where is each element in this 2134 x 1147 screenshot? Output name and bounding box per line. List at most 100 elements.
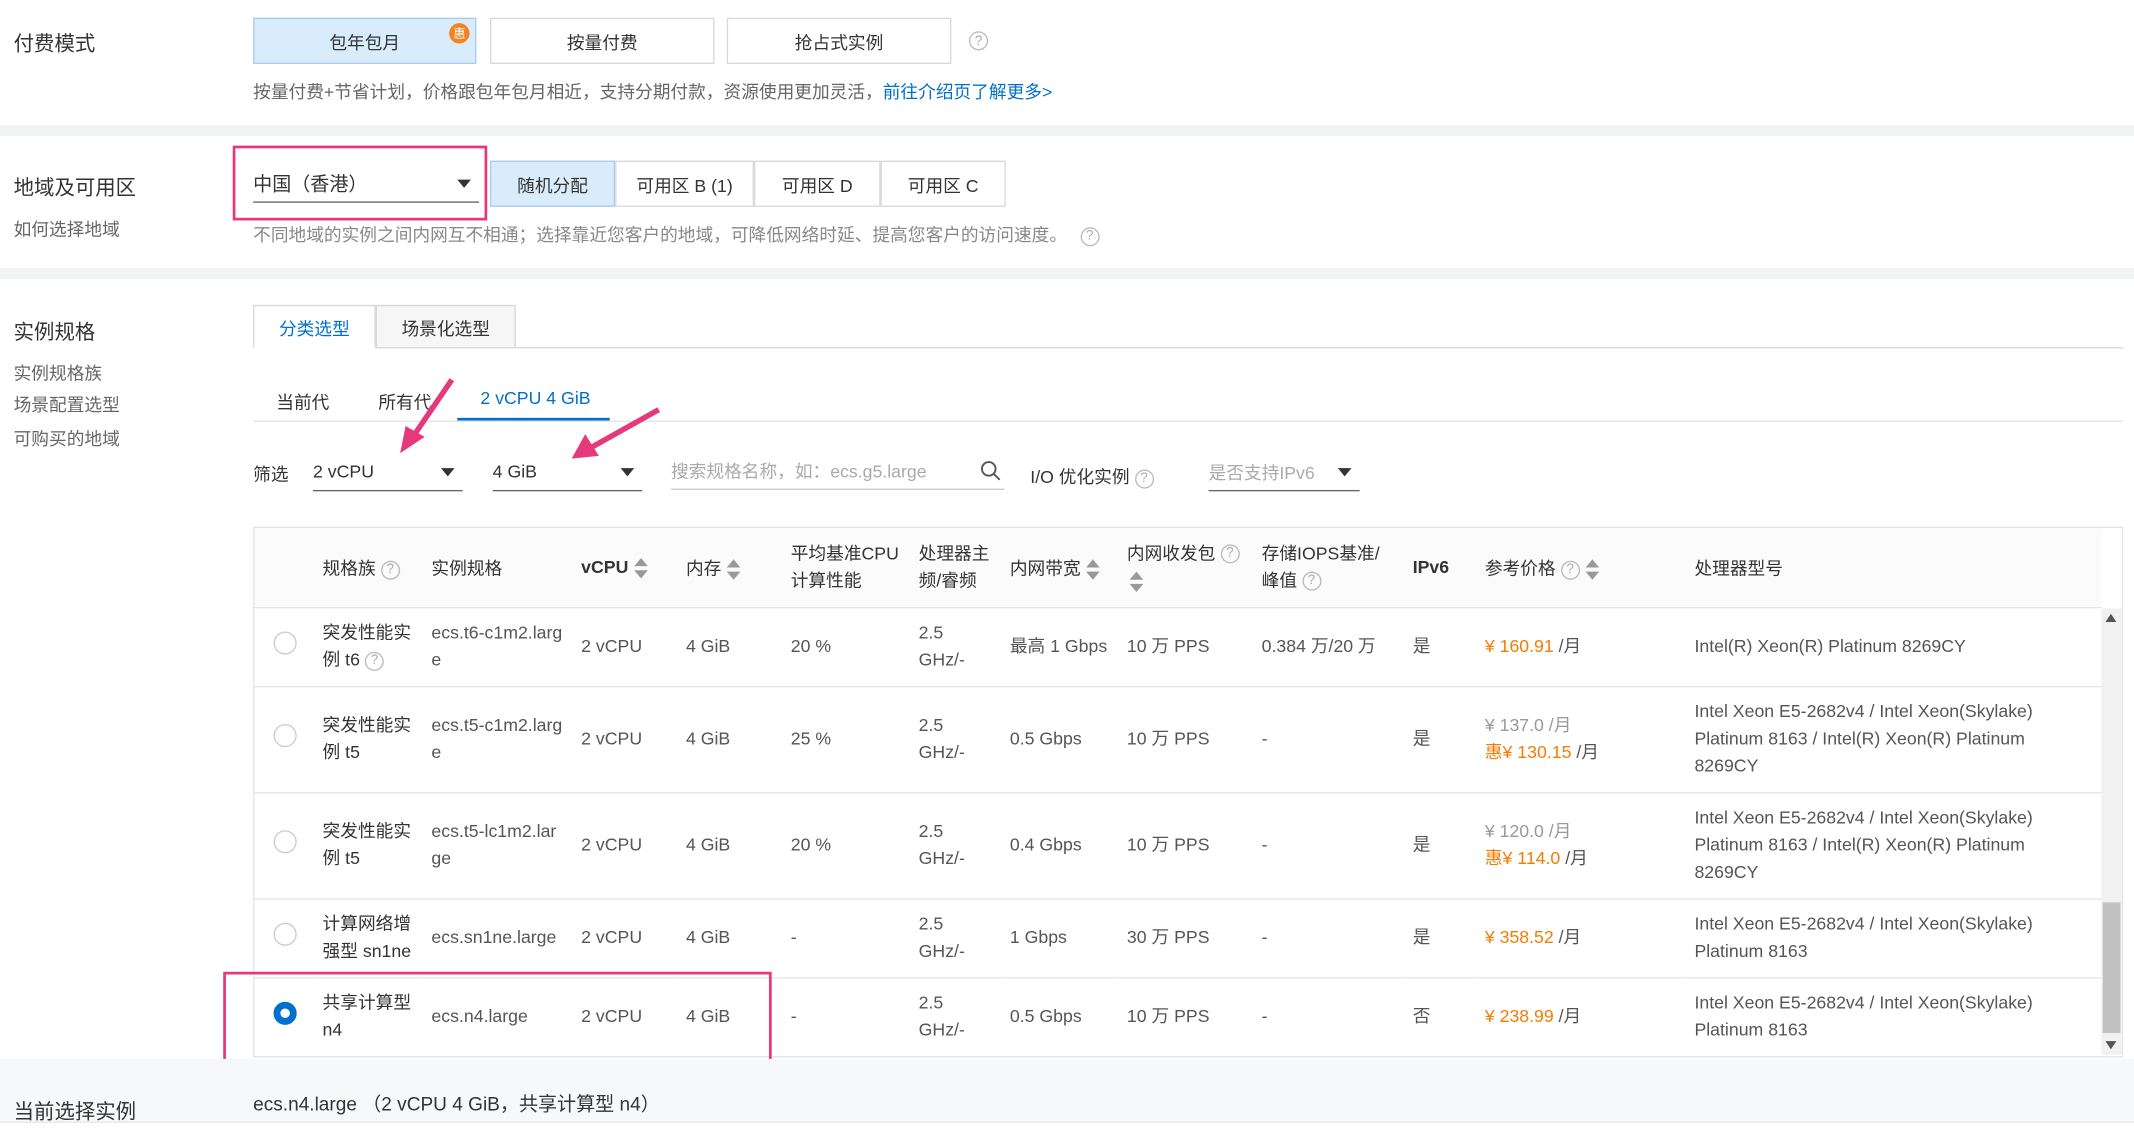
radio-button[interactable] [272, 723, 297, 747]
radio-button[interactable] [272, 829, 297, 853]
billing-hint: 按量付费+节省计划，价格跟包年包月相近，支持分期付款，资源使用更加灵活，前往介绍… [253, 78, 1052, 104]
spec-label: 实例规格 [13, 321, 96, 345]
table-scrollbar[interactable] [2101, 608, 2122, 1055]
billing-hint-text: 按量付费+节省计划，价格跟包年包月相近，支持分期付款，资源使用更加灵活， [253, 81, 883, 103]
annotation-arrow-icon [571, 407, 661, 459]
price-cell: ¥ 137.0 /月 惠¥ 130.15 /月 [1476, 685, 1687, 793]
zone-b[interactable]: 可用区 B (1) [615, 160, 754, 207]
ipv6-filter-select[interactable]: 是否支持IPv6 [1208, 453, 1360, 492]
cpu-model-cell: Intel Xeon E5-2682v4 / Intel Xeon(Skylak… [1686, 792, 2102, 899]
sort-icon[interactable] [1086, 559, 1100, 581]
help-icon[interactable]: ? [1560, 560, 1580, 580]
io-optimized-text: I/O 优化实例 [1030, 466, 1130, 488]
spec-region-link[interactable]: 可购买的地域 [14, 425, 120, 451]
cpu-model-cell: Intel Xeon E5-2682v4 / Intel Xeon(Skylak… [1686, 685, 2102, 793]
vcpu-cell: 2 vCPU [572, 898, 678, 978]
header-pps[interactable]: 内网收发包 ? [1118, 528, 1254, 608]
pps-cell: 10 万 PPS [1118, 792, 1254, 899]
family-cell: 计算网络增强型 sn1ne [314, 898, 424, 978]
table-row[interactable]: 突发性能实例 t5 ecs.t5-c1m2.large 2 vCPU 4 GiB 25 … [254, 685, 2102, 793]
radio-cell[interactable] [254, 685, 315, 793]
help-icon[interactable]: ? [969, 31, 989, 51]
vcpu-cell: 2 vCPU [572, 792, 678, 899]
family-cell: 突发性能实例 t5 [314, 792, 424, 899]
header-price[interactable]: 参考价格 ? [1476, 528, 1687, 608]
help-icon[interactable]: ? [380, 560, 400, 580]
spec-scenario-link[interactable]: 场景配置选型 [14, 391, 120, 417]
help-icon[interactable]: ? [1134, 468, 1154, 489]
header-bandwidth[interactable]: 内网带宽 [1001, 528, 1119, 608]
chevron-down-icon [620, 468, 635, 477]
help-icon[interactable]: ? [364, 651, 384, 671]
search-icon[interactable] [980, 460, 1002, 482]
frequency-cell: 2.5 GHz/- [910, 977, 1002, 1057]
io-optimized-label: I/O 优化实例 ? [1030, 463, 1154, 489]
sort-icon[interactable] [1585, 559, 1599, 581]
frequency-cell: 2.5 GHz/- [910, 792, 1002, 899]
header-label: 内网带宽 [1009, 558, 1081, 579]
original-price: ¥ 137.0 /月 [1484, 714, 1572, 735]
section-divider [0, 268, 2134, 280]
spec-search-input[interactable]: 搜索规格名称，如：ecs.g5.large [670, 452, 1005, 490]
region-hint-text: 不同地域的实例之间内网互不相通；选择靠近您客户的地域，可降低网络时延、提高您客户… [253, 224, 1068, 245]
memory-filter-value: 4 GiB [492, 461, 537, 482]
spec-cell: ecs.t5-lc1m2.large [423, 792, 573, 899]
billing-option-label: 按量付费 [566, 31, 638, 53]
header-label: 规格族 [322, 558, 376, 579]
header-radio [254, 528, 315, 608]
table-header-row: 规格族 ? 实例规格 vCPU 内存 平均基准CPU计算性能 处理器主频/睿频 … [254, 528, 2102, 608]
bandwidth-cell: 0.5 Gbps [1001, 685, 1119, 793]
subtab-current-gen[interactable]: 当前代 [276, 388, 329, 414]
selected-row-highlight-box [223, 971, 772, 1068]
radio-cell[interactable] [254, 792, 315, 899]
cpu-model-cell: Intel(R) Xeon(R) Platinum 8269CY [1686, 607, 2102, 687]
pps-cell: 30 万 PPS [1118, 898, 1254, 978]
tab-category-select[interactable]: 分类选型 [253, 304, 376, 349]
vcpu-filter-select[interactable]: 2 vCPU [313, 453, 463, 492]
family-cell: 突发性能实例 t5 [314, 685, 424, 793]
help-icon[interactable]: ? [1080, 226, 1100, 246]
tab-scenario-select[interactable]: 场景化选型 [375, 304, 516, 349]
zone-label: 可用区 D [781, 174, 853, 196]
sort-icon[interactable] [726, 559, 741, 581]
scrollbar-thumb[interactable] [2102, 902, 2121, 1033]
family-value: 计算网络增强型 sn1ne [322, 913, 412, 961]
radio-button[interactable] [272, 630, 297, 654]
spec-family-link[interactable]: 实例规格族 [14, 359, 102, 385]
zone-label: 可用区 B (1) [636, 174, 733, 196]
table-row[interactable]: 突发性能实例 t6 ? ecs.t6-c1m2.large 2 vCPU 4 GiB 2… [254, 607, 2102, 687]
scroll-down-arrow[interactable] [2105, 1041, 2117, 1050]
cpu-baseline-cell: 20 % [782, 607, 911, 687]
header-label: 内存 [685, 558, 722, 579]
price-unit: /月 [1560, 847, 1588, 869]
radio-cell[interactable] [254, 898, 315, 978]
billing-option-pay-as-you-go[interactable]: 按量付费 [489, 17, 715, 64]
ipv6-cell: 是 [1404, 792, 1477, 899]
scroll-up-arrow[interactable] [2105, 613, 2117, 622]
header-family: 规格族 ? [314, 528, 424, 608]
radio-button[interactable] [272, 922, 297, 946]
vcpu-filter-value: 2 vCPU [313, 461, 374, 482]
sort-icon[interactable] [1129, 571, 1144, 592]
table-row[interactable]: 计算网络增强型 sn1ne ecs.sn1ne.large 2 vCPU 4 GiB -… [254, 898, 2102, 978]
sort-icon[interactable] [633, 557, 648, 579]
discount-badge: 惠 [449, 23, 470, 44]
header-vcpu[interactable]: vCPU [572, 528, 678, 608]
table-row[interactable]: 突发性能实例 t5 ecs.t5-lc1m2.large 2 vCPU 4 GiB 20… [254, 792, 2102, 899]
price-value: ¥ 238.99 [1484, 1005, 1554, 1027]
iops-cell: - [1253, 685, 1405, 793]
zone-random[interactable]: 随机分配 [489, 160, 616, 207]
radio-cell[interactable] [254, 607, 315, 687]
zone-d[interactable]: 可用区 D [753, 160, 881, 207]
help-icon[interactable]: ? [1301, 572, 1322, 592]
billing-learn-more-link[interactable]: 前往介绍页了解更多> [883, 82, 1053, 102]
bandwidth-cell: 0.5 Gbps [1001, 977, 1119, 1057]
help-icon[interactable]: ? [1220, 544, 1240, 564]
cpu-baseline-cell: 20 % [782, 792, 911, 899]
header-memory[interactable]: 内存 [677, 528, 783, 608]
region-help-link[interactable]: 如何选择地域 [14, 215, 120, 241]
billing-option-subscription[interactable]: 包年包月 惠 [253, 17, 477, 64]
zone-c[interactable]: 可用区 C [880, 160, 1006, 207]
billing-option-preemptible[interactable]: 抢占式实例 [726, 17, 952, 64]
section-divider [0, 125, 2134, 137]
